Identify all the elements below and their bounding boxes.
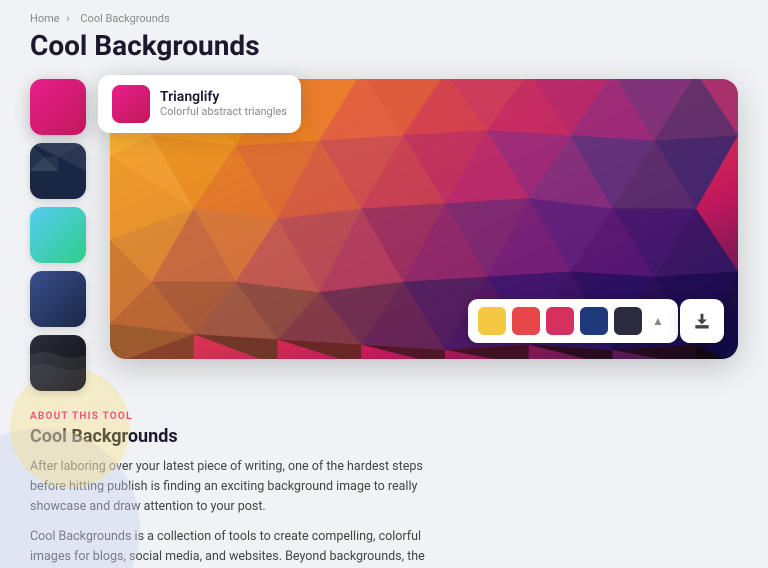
palette-expand-icon[interactable]: ▲ [648,311,668,331]
download-icon [692,311,712,331]
tool-item-green-grad[interactable] [30,207,86,263]
palette-swatch-red[interactable] [512,307,540,335]
dark-geo-svg [30,143,86,199]
tooltip-tool-name: Trianglify [160,89,287,105]
breadcrumb-separator: › [66,12,69,25]
palette-swatch-pink[interactable] [546,307,574,335]
tooltip-text: Trianglify Colorful abstract triangles [160,89,287,118]
tool-item-blue-solid[interactable] [30,271,86,327]
download-button[interactable] [680,299,724,343]
palette-swatch-yellow[interactable] [478,307,506,335]
about-title: Cool Backgrounds [30,426,738,447]
main-content: Trianglify Colorful abstract triangles [0,79,768,391]
page-title: Cool Backgrounds [30,29,738,63]
tools-sidebar: Trianglify Colorful abstract triangles [30,79,110,391]
tool-item-wrapper-trianglify: Trianglify Colorful abstract triangles [30,79,96,135]
breadcrumb-home[interactable]: Home [30,12,60,25]
palette-swatch-blue[interactable] [580,307,608,335]
tool-tooltip-trianglify: Trianglify Colorful abstract triangles [98,75,301,133]
palette-bar: ▲ [468,299,678,343]
about-section-label: ABOUT THIS TOOL [30,411,738,422]
tooltip-tool-desc: Colorful abstract triangles [160,105,287,118]
tool-item-dark-waves[interactable] [30,335,86,391]
palette-swatch-dark[interactable] [614,307,642,335]
tool-item-trianglify[interactable] [30,79,86,135]
breadcrumb: Home › Cool Backgrounds [30,12,738,25]
dark-waves-svg [30,335,86,391]
tooltip-icon [112,85,150,123]
breadcrumb-current: Cool Backgrounds [80,12,169,25]
header-section: Home › Cool Backgrounds Cool Backgrounds [0,0,768,79]
tool-item-dark-geo[interactable] [30,143,86,199]
tool-trianglify-inner [30,79,86,135]
page-wrapper: Home › Cool Backgrounds Cool Backgrounds [0,0,768,568]
